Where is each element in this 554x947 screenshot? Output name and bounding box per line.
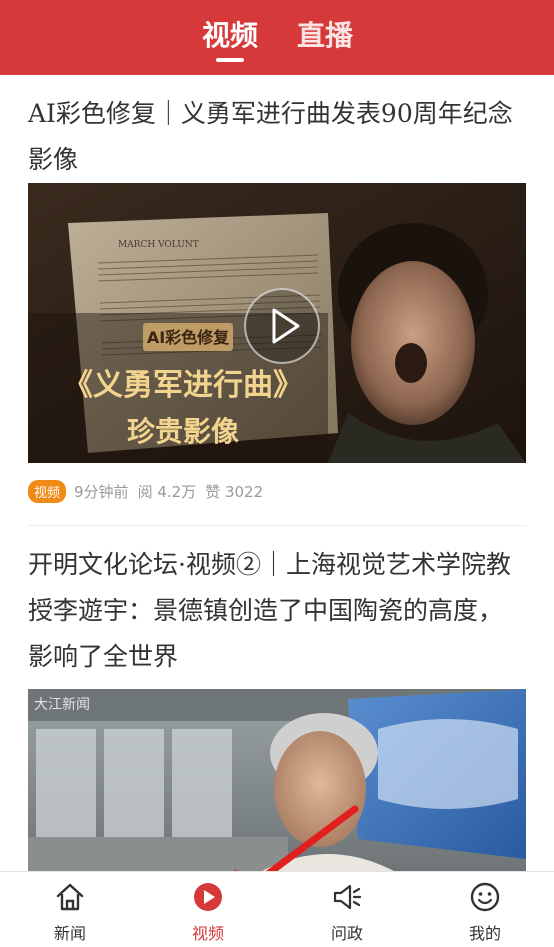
nav-label-inquiry: 问政	[330, 924, 363, 943]
megaphone-icon	[333, 884, 362, 910]
publish-time: 9分钟前	[74, 483, 129, 501]
nav-item-mine[interactable]: 我的	[445, 872, 525, 947]
feed-card[interactable]: 开明文化论坛·视频②｜上海视觉艺术学院教授李遊宇：景德镇创造了中国陶瓷的高度，影…	[28, 542, 526, 680]
home-icon	[56, 883, 84, 911]
smiley-icon	[470, 882, 500, 912]
thumbnail-badge-text: AI彩色修复	[147, 328, 230, 347]
read-count: 阅 4.2万	[137, 483, 197, 501]
tab-live[interactable]: 直播	[297, 16, 353, 56]
play-icon	[272, 308, 300, 344]
score-heading: MARCH VOLUNT	[118, 240, 199, 250]
play-circle-icon	[194, 883, 222, 911]
card-meta: 视频 9分钟前 阅 4.2万 赞 3022	[28, 480, 272, 503]
nav-item-video[interactable]: 视频	[168, 872, 248, 947]
top-header: 视频 直播	[0, 0, 554, 75]
nav-item-news[interactable]: 新闻	[30, 872, 110, 947]
nav-label-news: 新闻	[53, 924, 86, 943]
thumbnail-watermark: 大江新闻	[34, 697, 90, 713]
play-button[interactable]	[244, 288, 320, 364]
bottom-navigation: 新闻 视频 问政 我的	[0, 871, 554, 947]
thumbnail-subheadline: 珍贵影像	[127, 415, 240, 448]
card-title[interactable]: 开明文化论坛·视频②｜上海视觉艺术学院教授李遊宇：景德镇创造了中国陶瓷的高度，影…	[28, 542, 526, 680]
card-divider	[28, 525, 526, 526]
nav-label-video: 视频	[191, 924, 224, 943]
video-thumbnail[interactable]: MARCH VOLUNT AI彩色修复 《义勇军进行曲》 珍贵影像	[28, 183, 526, 463]
tab-active-indicator	[216, 58, 244, 62]
feed-card[interactable]: AI彩色修复｜义勇军进行曲发表90周年纪念影像	[28, 91, 526, 187]
nav-item-inquiry[interactable]: 问政	[307, 872, 387, 947]
thumbnail-headline: 《义勇军进行曲》	[63, 368, 303, 403]
tab-video[interactable]: 视频	[202, 16, 258, 56]
nav-label-mine: 我的	[468, 924, 501, 943]
video-badge: 视频	[28, 480, 67, 503]
news-feed[interactable]: AI彩色修复｜义勇军进行曲发表90周年纪念影像 MARCH VOLUNT AI彩…	[0, 75, 554, 871]
like-count: 赞 3022	[205, 483, 264, 501]
card-title[interactable]: AI彩色修复｜义勇军进行曲发表90周年纪念影像	[28, 91, 526, 187]
